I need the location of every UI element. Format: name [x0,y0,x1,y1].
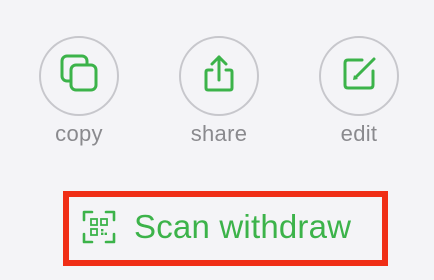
edit-button[interactable]: edit [317,36,401,148]
edit-icon [338,53,380,100]
edit-label: edit [340,121,378,146]
share-button[interactable]: share [177,36,261,148]
edit-button-circle[interactable] [319,36,399,116]
copy-icon [58,53,100,100]
copy-label: copy [55,121,103,146]
share-label: share [190,121,248,146]
share-button-circle[interactable] [179,36,259,116]
share-icon [198,53,240,100]
qr-scan-icon [80,208,118,246]
copy-button[interactable]: copy [37,36,121,148]
scan-withdraw-button[interactable]: Scan withdraw [80,204,351,250]
scan-withdraw-label: Scan withdraw [134,208,352,245]
copy-button-circle[interactable] [39,36,119,116]
